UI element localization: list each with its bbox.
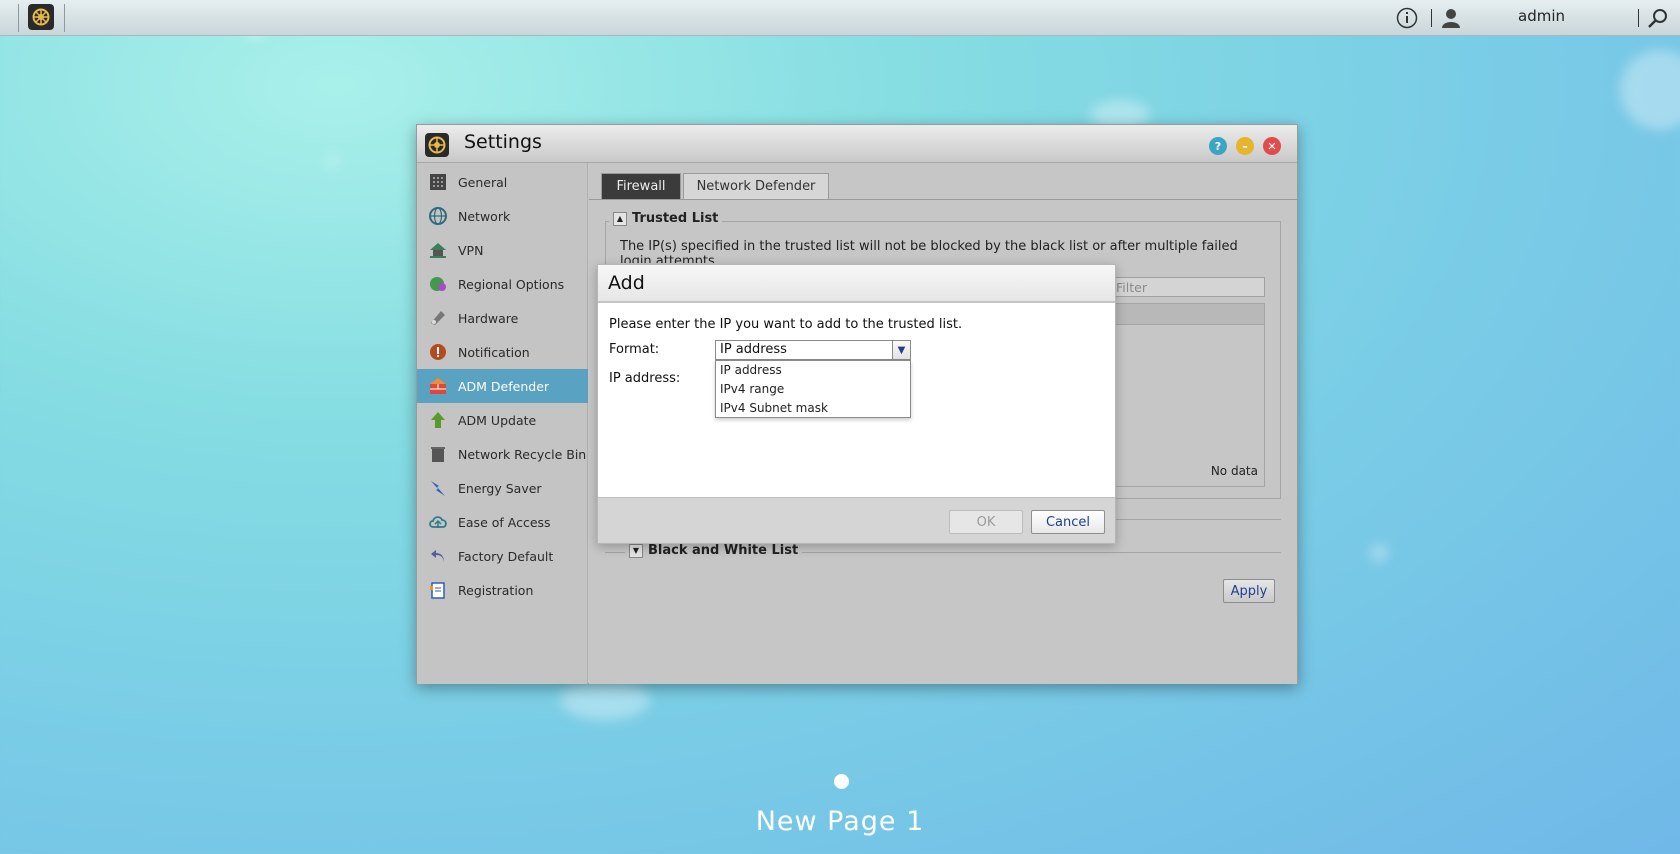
dialog-footer: OK Cancel bbox=[598, 497, 1115, 543]
regional-icon bbox=[427, 273, 449, 295]
separator bbox=[1638, 9, 1639, 27]
sidebar-item-label: Registration bbox=[458, 582, 534, 598]
trusted-list-title: Trusted List bbox=[632, 211, 719, 226]
format-option-ipv4-range[interactable]: IPv4 range bbox=[716, 380, 910, 399]
trusted-grid: No data bbox=[1109, 325, 1265, 487]
background-bokeh bbox=[1620, 50, 1680, 130]
recycle-bin-icon bbox=[427, 443, 449, 465]
sidebar-item-vpn[interactable]: VPN bbox=[417, 233, 588, 267]
username-label[interactable]: admin bbox=[1518, 7, 1565, 25]
top-bar: admin bbox=[0, 0, 1680, 36]
search-icon[interactable] bbox=[1646, 6, 1670, 30]
sidebar-item-registration[interactable]: Registration bbox=[417, 573, 588, 607]
dialog-message: Please enter the IP you want to add to t… bbox=[609, 317, 963, 332]
sidebar-item-label: ADM Defender bbox=[458, 378, 550, 394]
tab-network-defender[interactable]: Network Defender bbox=[683, 173, 829, 199]
undo-icon bbox=[427, 545, 449, 567]
ok-button[interactable]: OK bbox=[949, 510, 1023, 534]
help-button[interactable]: ? bbox=[1209, 137, 1227, 155]
format-select[interactable]: IP address ▼ bbox=[715, 340, 911, 360]
sidebar-item-label: General bbox=[458, 174, 508, 190]
background-bokeh bbox=[1370, 544, 1388, 562]
separator bbox=[64, 4, 65, 32]
user-icon[interactable] bbox=[1439, 6, 1463, 30]
general-icon bbox=[427, 171, 449, 193]
sidebar-item-label: Network bbox=[458, 208, 511, 224]
settings-sidebar: General Network VPN Regional Options Har… bbox=[417, 163, 588, 684]
dialog-title-bar[interactable]: Add bbox=[598, 265, 1115, 303]
format-selected-value: IP address bbox=[720, 342, 787, 357]
sidebar-item-adm-update[interactable]: ADM Update bbox=[417, 403, 588, 437]
sidebar-item-energy-saver[interactable]: Energy Saver bbox=[417, 471, 588, 505]
chevron-down-icon[interactable]: ▼ bbox=[892, 341, 910, 359]
black-white-list-legend[interactable]: ▼ Black and White List bbox=[625, 543, 803, 558]
no-data-label: No data bbox=[1210, 464, 1258, 478]
sidebar-item-general[interactable]: General bbox=[417, 165, 588, 199]
sidebar-item-label: VPN bbox=[458, 242, 484, 258]
tab-divider bbox=[589, 199, 1297, 200]
format-label: Format: bbox=[609, 342, 660, 357]
sidebar-item-label: Ease of Access bbox=[458, 514, 551, 530]
page-label: New Page 1 bbox=[755, 806, 925, 837]
apply-button[interactable]: Apply bbox=[1223, 579, 1275, 603]
trusted-list-description: The IP(s) specified in the trusted list … bbox=[620, 239, 1238, 263]
format-option-ip-address[interactable]: IP address bbox=[716, 361, 910, 380]
sidebar-item-ease-of-access[interactable]: Ease of Access bbox=[417, 505, 588, 539]
page-indicator-dot[interactable] bbox=[834, 774, 849, 789]
vpn-icon bbox=[427, 239, 449, 261]
update-icon bbox=[427, 409, 449, 431]
cancel-button[interactable]: Cancel bbox=[1031, 510, 1105, 534]
close-button[interactable]: ✕ bbox=[1263, 137, 1281, 155]
window-title: Settings bbox=[464, 131, 542, 153]
sidebar-item-label: Network Recycle Bin bbox=[458, 446, 587, 462]
sidebar-item-label: Energy Saver bbox=[458, 480, 542, 496]
settings-wheel-icon bbox=[425, 133, 449, 157]
sidebar-item-regional-options[interactable]: Regional Options bbox=[417, 267, 588, 301]
tab-firewall[interactable]: Firewall bbox=[601, 173, 681, 199]
sidebar-item-factory-default[interactable]: Factory Default bbox=[417, 539, 588, 573]
sidebar-item-label: ADM Update bbox=[458, 412, 537, 428]
minimize-button[interactable]: – bbox=[1236, 137, 1254, 155]
sidebar-item-adm-defender[interactable]: ADM Defender bbox=[417, 369, 588, 403]
add-dialog: Add Please enter the IP you want to add … bbox=[597, 264, 1116, 544]
format-dropdown: IP address IPv4 range IPv4 Subnet mask bbox=[715, 360, 911, 418]
collapse-icon[interactable]: ▲ bbox=[613, 211, 627, 226]
app-launcher-button[interactable] bbox=[28, 4, 54, 30]
notification-icon bbox=[427, 341, 449, 363]
expand-icon[interactable]: ▼ bbox=[629, 543, 643, 558]
background-bokeh bbox=[326, 156, 338, 168]
sidebar-item-label: Notification bbox=[458, 344, 530, 360]
sidebar-item-hardware[interactable]: Hardware bbox=[417, 301, 588, 335]
registration-icon bbox=[427, 579, 449, 601]
window-title-bar[interactable]: Settings ? – ✕ bbox=[417, 125, 1297, 163]
separator bbox=[18, 4, 19, 32]
cloud-icon bbox=[427, 511, 449, 533]
hardware-icon bbox=[427, 307, 449, 329]
energy-icon bbox=[427, 477, 449, 499]
trusted-list-legend[interactable]: ▲ Trusted List bbox=[609, 211, 723, 226]
sidebar-item-network-recycle-bin[interactable]: Network Recycle Bin bbox=[417, 437, 588, 471]
defender-icon bbox=[427, 375, 449, 397]
info-icon[interactable] bbox=[1395, 6, 1419, 30]
sidebar-item-label: Regional Options bbox=[458, 276, 565, 292]
ip-address-label: IP address: bbox=[609, 371, 681, 386]
sidebar-item-label: Hardware bbox=[458, 310, 519, 326]
sidebar-item-notification[interactable]: Notification bbox=[417, 335, 588, 369]
format-option-ipv4-subnet-mask[interactable]: IPv4 Subnet mask bbox=[716, 399, 910, 418]
filter-input[interactable]: Filter bbox=[1109, 277, 1265, 297]
sidebar-item-network[interactable]: Network bbox=[417, 199, 588, 233]
sidebar-item-label: Factory Default bbox=[458, 548, 554, 564]
background-bokeh bbox=[560, 680, 650, 720]
dialog-title: Add bbox=[608, 272, 645, 294]
separator bbox=[1431, 9, 1432, 27]
network-icon bbox=[427, 205, 449, 227]
trusted-grid-header bbox=[1109, 303, 1265, 325]
black-white-list-title: Black and White List bbox=[648, 543, 799, 558]
settings-wheel-icon bbox=[32, 8, 50, 26]
